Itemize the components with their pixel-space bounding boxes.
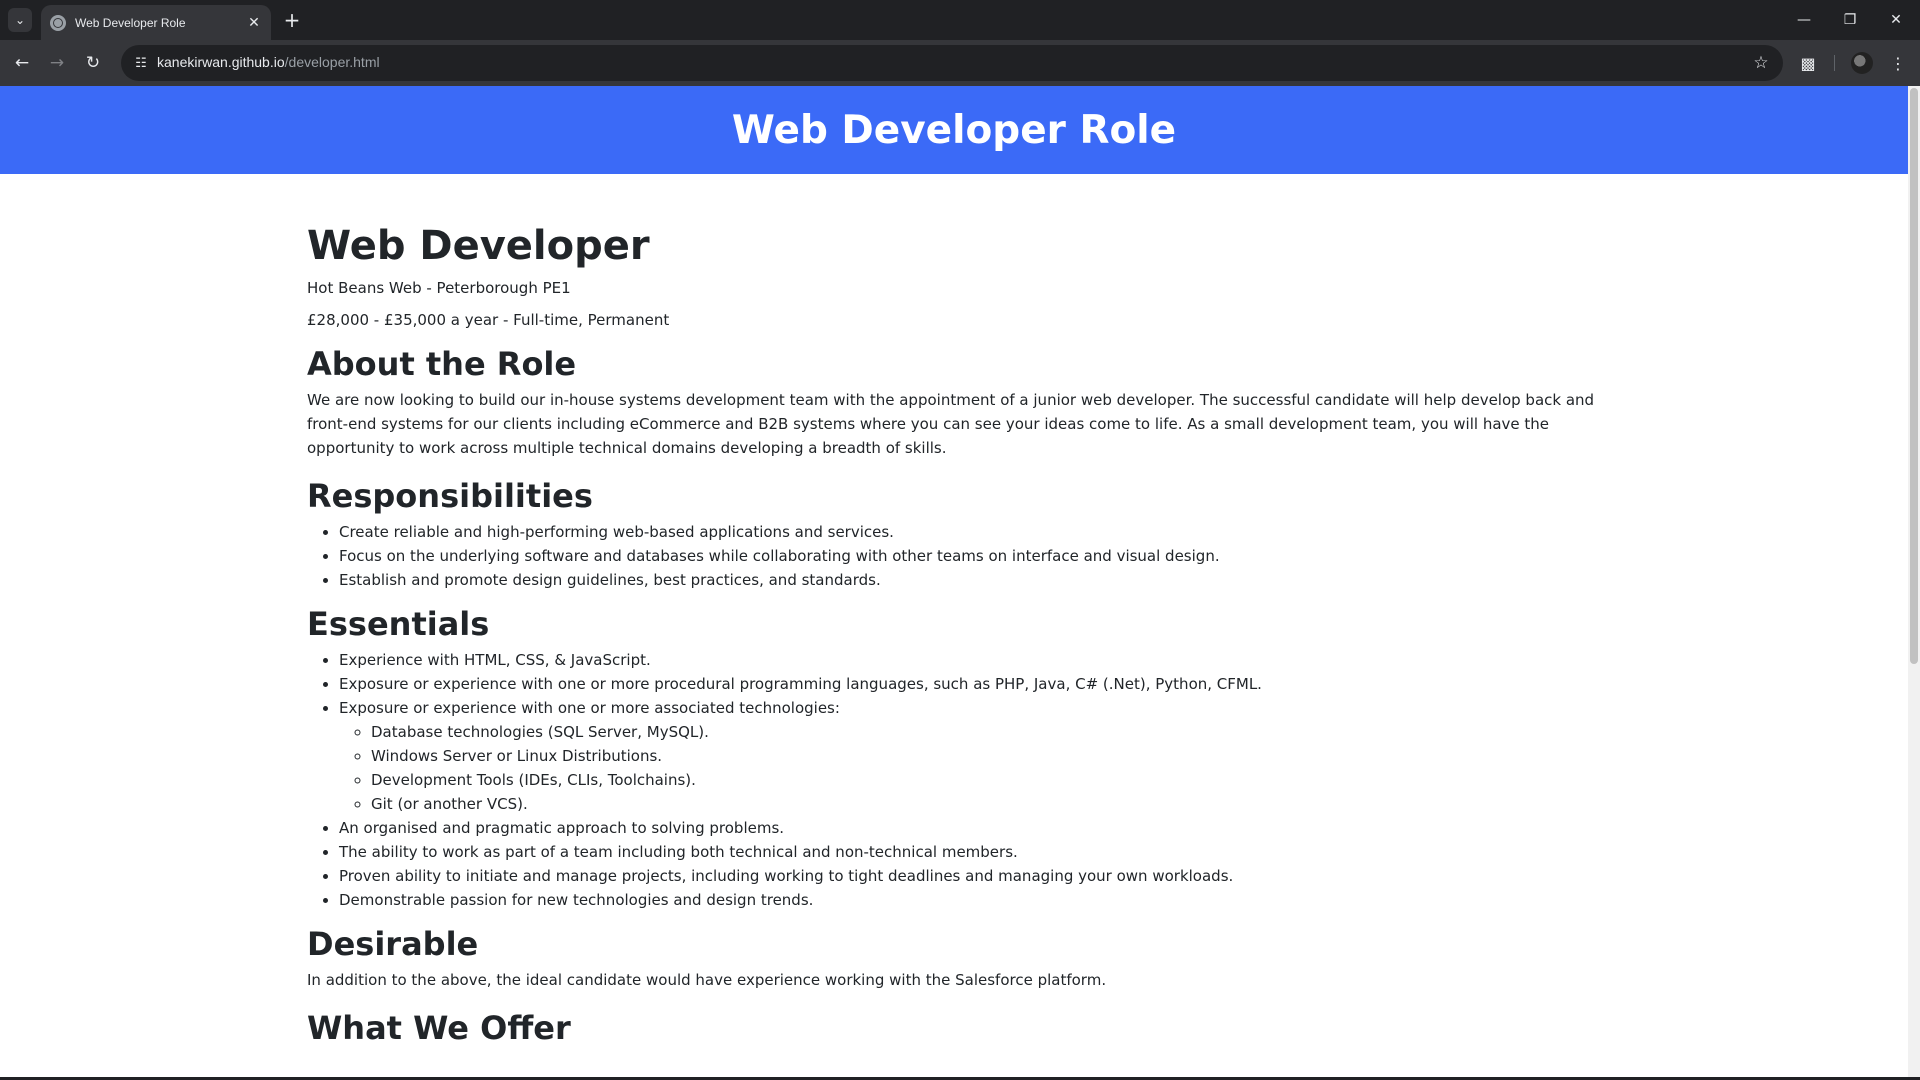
- back-arrow-icon[interactable]: ←: [8, 49, 36, 77]
- sub-list-item: Windows Server or Linux Distributions.: [371, 744, 1607, 768]
- list-item-with-sublist: Exposure or experience with one or more …: [339, 696, 1607, 816]
- page-header-title: Web Developer Role: [731, 107, 1177, 153]
- list-item: Experience with HTML, CSS, & JavaScript.: [339, 648, 1607, 672]
- desirable-text: In addition to the above, the ideal cand…: [307, 971, 1107, 989]
- browser-tab[interactable]: Web Developer Role ✕: [41, 5, 271, 40]
- sub-list-item: Development Tools (IDEs, CLIs, Toolchain…: [371, 768, 1607, 792]
- job-title: Web Developer: [307, 223, 650, 269]
- forward-arrow-icon[interactable]: →: [43, 49, 71, 77]
- tab-search-icon[interactable]: ⌄: [8, 8, 32, 32]
- site-info-icon[interactable]: ☷: [129, 51, 153, 75]
- list-item: Exposure or experience with one or more …: [339, 672, 1607, 696]
- responsibilities-heading: Responsibilities: [307, 477, 593, 515]
- page-header: Web Developer Role: [0, 86, 1908, 174]
- desirable-heading: Desirable: [307, 925, 479, 963]
- url-path: /developer.html: [284, 54, 380, 70]
- window-close-icon[interactable]: ✕: [1873, 0, 1919, 40]
- url-host: kanekirwan.github.io: [157, 54, 285, 70]
- scrollbar-thumb[interactable]: [1910, 88, 1918, 664]
- extensions-puzzle-icon[interactable]: ▩: [1794, 49, 1822, 77]
- url-text[interactable]: kanekirwan.github.io/developer.html: [157, 54, 380, 70]
- list-item: Establish and promote design guidelines,…: [339, 568, 1607, 592]
- list-item: Create reliable and high-performing web-…: [339, 520, 1607, 544]
- browser-tabstrip: ⌄ Web Developer Role ✕ + — ❐ ✕: [0, 0, 1920, 40]
- technologies-sublist: Database technologies (SQL Server, MySQL…: [339, 720, 1607, 816]
- globe-favicon-icon: [50, 14, 66, 31]
- list-item: Focus on the underlying software and dat…: [339, 544, 1607, 568]
- salary-info: £28,000 - £35,000 a year - Full-time, Pe…: [307, 311, 670, 329]
- offer-heading: What We Offer: [307, 1009, 571, 1047]
- reload-icon[interactable]: ↻: [79, 49, 107, 77]
- sub-list-item: Git (or another VCS).: [371, 792, 1607, 816]
- menu-dots-icon[interactable]: ⋮: [1884, 49, 1912, 77]
- bookmark-star-icon[interactable]: ☆: [1749, 51, 1773, 75]
- list-item: An organised and pragmatic approach to s…: [339, 816, 1607, 840]
- sub-list-item: Database technologies (SQL Server, MySQL…: [371, 720, 1607, 744]
- list-item-label: Exposure or experience with one or more …: [339, 699, 840, 717]
- close-icon[interactable]: ✕: [245, 14, 263, 32]
- minimize-icon[interactable]: —: [1781, 0, 1827, 40]
- about-text: We are now looking to build our in-house…: [307, 391, 1595, 457]
- company-location: Hot Beans Web - Peterborough PE1: [307, 279, 571, 297]
- address-bar[interactable]: ☷ kanekirwan.github.io/developer.html ☆: [121, 45, 1783, 81]
- responsibilities-list: Create reliable and high-performing web-…: [307, 520, 1607, 592]
- tab-title: Web Developer Role: [75, 15, 186, 30]
- job-content: Web Developer Hot Beans Web - Peterborou…: [307, 174, 1607, 1052]
- about-heading: About the Role: [307, 345, 577, 383]
- list-item: The ability to work as part of a team in…: [339, 840, 1607, 864]
- profile-avatar[interactable]: [1851, 52, 1873, 74]
- browser-toolbar: ← → ↻ ☷ kanekirwan.github.io/developer.h…: [0, 40, 1920, 86]
- toolbar-divider: [1834, 55, 1835, 71]
- plus-icon[interactable]: +: [281, 8, 303, 32]
- list-item: Proven ability to initiate and manage pr…: [339, 864, 1607, 888]
- essentials-heading: Essentials: [307, 605, 490, 643]
- restore-icon[interactable]: ❐: [1827, 0, 1873, 40]
- list-item: Demonstrable passion for new technologie…: [339, 888, 1607, 912]
- essentials-list: Experience with HTML, CSS, & JavaScript.…: [307, 648, 1607, 912]
